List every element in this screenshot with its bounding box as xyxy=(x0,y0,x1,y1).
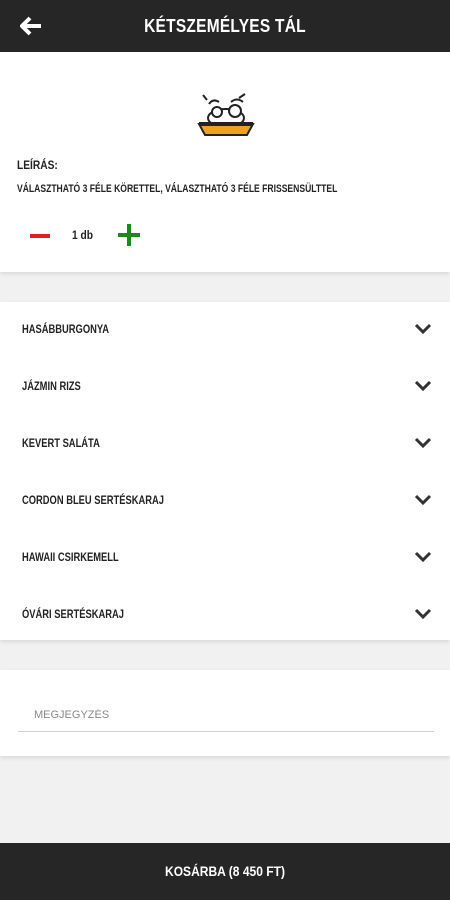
option-row-hasabburgonya[interactable]: Hasábburgonya xyxy=(0,302,450,359)
description-text: Választható 3 féle körettel, választható… xyxy=(17,183,338,195)
option-label: Jázmin rizs xyxy=(22,379,81,393)
plus-button[interactable] xyxy=(117,223,141,247)
note-input[interactable] xyxy=(18,698,434,732)
option-row-ovari-serteskaraj[interactable]: Óvári sertéskaraj xyxy=(0,587,450,644)
options-list: Hasábburgonya Jázmin rizs Kevert saláta … xyxy=(0,302,450,640)
chevron-down-icon xyxy=(414,608,432,620)
quantity-value: 1 db xyxy=(72,228,93,242)
quantity-stepper: 1 db xyxy=(0,220,450,250)
option-row-kevert-salata[interactable]: Kevert saláta xyxy=(0,416,450,473)
add-to-cart-label: Kosárba (8 450 Ft) xyxy=(165,863,285,879)
product-card: Leírás: Választható 3 féle körettel, vál… xyxy=(0,52,450,272)
option-label: Hawaii csirkemell xyxy=(22,550,119,564)
description-label: Leírás: xyxy=(17,158,58,172)
top-app-bar: Kétszemélyes tál xyxy=(0,0,450,52)
chevron-down-icon xyxy=(414,551,432,563)
chevron-down-icon xyxy=(414,437,432,449)
add-to-cart-button[interactable]: Kosárba (8 450 Ft) xyxy=(0,843,450,900)
option-label: Kevert saláta xyxy=(22,436,100,450)
chevron-down-icon xyxy=(414,323,432,335)
option-label: Óvári sertéskaraj xyxy=(22,607,124,621)
option-label: Hasábburgonya xyxy=(22,322,110,336)
food-platter-icon xyxy=(197,93,255,136)
option-row-jazmin-rizs[interactable]: Jázmin rizs xyxy=(0,359,450,416)
minus-button[interactable] xyxy=(28,224,52,246)
note-card xyxy=(0,670,450,756)
option-row-hawaii-csirkemell[interactable]: Hawaii csirkemell xyxy=(0,530,450,587)
option-row-cordon-bleu[interactable]: Cordon bleu sertéskaraj xyxy=(0,473,450,530)
option-label: Cordon bleu sertéskaraj xyxy=(22,493,164,507)
page-title: Kétszemélyes tál xyxy=(144,16,306,36)
chevron-down-icon xyxy=(414,494,432,506)
chevron-down-icon xyxy=(414,380,432,392)
